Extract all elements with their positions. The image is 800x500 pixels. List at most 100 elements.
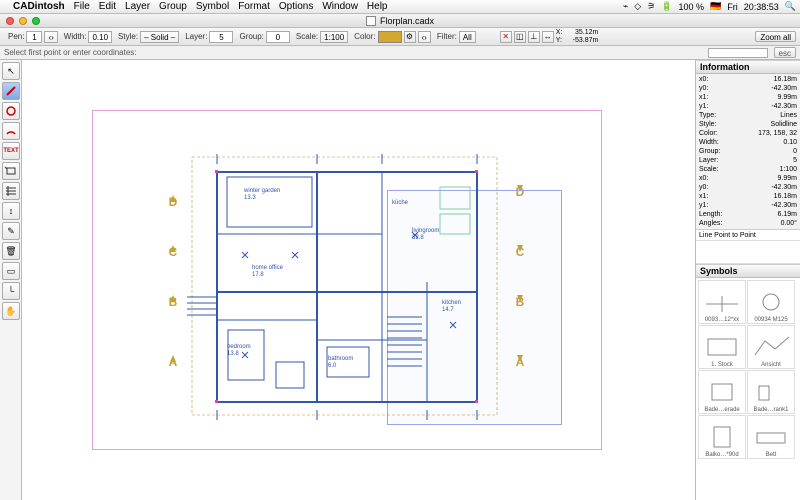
- menu-layer[interactable]: Layer: [125, 1, 150, 12]
- info-row: x1:16.18m: [699, 192, 797, 201]
- symbol-item[interactable]: 1. Stock: [698, 325, 746, 369]
- info-row: y0:-42.30m: [699, 84, 797, 93]
- prompt-text: Select first point or enter coordinates:: [4, 48, 137, 57]
- group-label: Group:: [239, 32, 263, 41]
- color-label: Color:: [354, 32, 375, 41]
- info-row: Group:0: [699, 147, 797, 156]
- info-row: x1:9.99m: [699, 93, 797, 102]
- snap-mid-icon[interactable]: ↔: [542, 31, 554, 43]
- info-row: y0:-42.30m: [699, 183, 797, 192]
- tool-line[interactable]: [2, 82, 20, 100]
- snap-x-icon[interactable]: ✕: [500, 31, 512, 43]
- options-toolbar: Pen: 1‹› Width: 0.10 Style: – Solid – La…: [0, 28, 800, 46]
- scale-label: Scale:: [296, 32, 318, 41]
- battery-icon[interactable]: 🔋: [661, 1, 672, 12]
- right-panel: Information x0:16.18my0:-42.30mx1:9.99my…: [696, 60, 800, 500]
- filter-select[interactable]: All: [459, 31, 476, 43]
- spotlight-icon[interactable]: 🔍: [785, 1, 796, 12]
- document-icon: [366, 16, 376, 26]
- symbols-header: Symbols: [696, 264, 800, 278]
- symbol-item[interactable]: Bade…rank1: [747, 370, 795, 414]
- minimize-button[interactable]: [19, 17, 27, 25]
- menu-file[interactable]: File: [74, 1, 90, 12]
- color-swatch[interactable]: [378, 31, 402, 43]
- filter-label: Filter:: [437, 32, 457, 41]
- pen-stepper[interactable]: ‹›: [44, 31, 57, 43]
- info-row: Style:Solidline: [699, 120, 797, 129]
- coord-x-value: 35.12m: [564, 29, 598, 37]
- layer-label: Layer:: [185, 32, 207, 41]
- coord-x-label: X:: [556, 29, 563, 36]
- tool-arc[interactable]: [2, 122, 20, 140]
- tool-transform[interactable]: ↕: [2, 202, 20, 220]
- pen-field[interactable]: 1: [26, 31, 42, 43]
- symbols-grid[interactable]: 0093…12*xx00934 M1251. StockAnsichtBade……: [696, 278, 800, 500]
- symbol-item[interactable]: 00934 M125: [747, 280, 795, 324]
- scale-select[interactable]: 1:100: [320, 31, 348, 43]
- symbol-item[interactable]: Bett: [747, 415, 795, 459]
- style-label: Style:: [118, 32, 138, 41]
- info-spacer: [696, 240, 800, 264]
- label-livingroom: livingroom 32.8: [412, 228, 439, 242]
- layer-field[interactable]: 5: [209, 31, 233, 43]
- symbol-item[interactable]: Balko…*90d: [698, 415, 746, 459]
- zoom-all-button[interactable]: Zoom all: [755, 31, 796, 42]
- color-stepper[interactable]: ‹›: [418, 31, 431, 43]
- group-field[interactable]: 0: [266, 31, 290, 43]
- axis-c-left: C: [169, 245, 178, 259]
- dropbox-icon[interactable]: ◇: [634, 1, 641, 12]
- tool-pan[interactable]: ✋: [2, 302, 20, 320]
- close-button[interactable]: [6, 17, 14, 25]
- drawing-canvas[interactable]: A B C D A B C D: [22, 60, 696, 500]
- axis-d-left: D: [169, 195, 178, 209]
- coord-y-label: Y:: [556, 37, 562, 44]
- battery-pct: 100 %: [678, 2, 704, 12]
- label-bathroom: bathroom 6.0: [328, 356, 353, 370]
- tool-ortho[interactable]: └: [2, 282, 20, 300]
- zoom-button[interactable]: [32, 17, 40, 25]
- tool-dimension[interactable]: [2, 162, 20, 180]
- tool-hatch[interactable]: [2, 182, 20, 200]
- status-bar: Select first point or enter coordinates:…: [0, 46, 800, 60]
- tool-edit[interactable]: ✎: [2, 222, 20, 240]
- menu-edit[interactable]: Edit: [99, 1, 116, 12]
- app-name[interactable]: CADintosh: [13, 1, 65, 12]
- document-title: Florplan.cadx: [380, 16, 434, 26]
- menu-window[interactable]: Window: [322, 1, 358, 12]
- menu-options[interactable]: Options: [279, 1, 313, 12]
- menu-help[interactable]: Help: [367, 1, 388, 12]
- tool-circle[interactable]: [2, 102, 20, 120]
- label-kitchen: kitchen 14.7: [442, 300, 461, 314]
- info-row: Angles:0.00°: [699, 219, 797, 228]
- flag-icon[interactable]: 🇩🇪: [710, 1, 721, 12]
- symbol-item[interactable]: 0093…12*xx: [698, 280, 746, 324]
- menu-symbol[interactable]: Symbol: [196, 1, 229, 12]
- info-row: Color:173, 158, 32: [699, 129, 797, 138]
- symbol-item[interactable]: Bade…erade: [698, 370, 746, 414]
- tool-delete[interactable]: 🗑: [2, 242, 20, 260]
- clock-time: 20:38:53: [744, 2, 779, 12]
- width-field[interactable]: 0.10: [88, 31, 112, 43]
- info-row: Width:0.10: [699, 138, 797, 147]
- command-input[interactable]: [708, 48, 768, 58]
- menubar[interactable]: CADintosh File Edit Layer Group Symbol F…: [0, 0, 800, 14]
- tool-rect[interactable]: ▭: [2, 262, 20, 280]
- tool-pointer[interactable]: ↖: [2, 62, 20, 80]
- window-titlebar: Florplan.cadx: [0, 14, 800, 28]
- info-row: Type:Lines: [699, 111, 797, 120]
- menu-format[interactable]: Format: [238, 1, 270, 12]
- tool-text[interactable]: TEXT: [2, 142, 20, 160]
- info-row: Scale:1:100: [699, 165, 797, 174]
- information-header: Information: [696, 60, 800, 74]
- esc-button[interactable]: esc: [774, 47, 796, 58]
- menu-group[interactable]: Group: [159, 1, 187, 12]
- bluetooth-icon[interactable]: ⌁: [623, 1, 628, 12]
- snap-grid-icon[interactable]: ◫: [514, 31, 526, 43]
- symbol-item[interactable]: Ansicht: [747, 325, 795, 369]
- info-row: y1:-42.30m: [699, 102, 797, 111]
- information-body: x0:16.18my0:-42.30mx1:9.99my1:-42.30mTyp…: [696, 74, 800, 229]
- color-picker-icon[interactable]: ⚙: [404, 31, 416, 43]
- wifi-icon[interactable]: ⚞: [647, 1, 655, 12]
- snap-perp-icon[interactable]: ⊥: [528, 31, 540, 43]
- style-select[interactable]: – Solid –: [140, 31, 179, 43]
